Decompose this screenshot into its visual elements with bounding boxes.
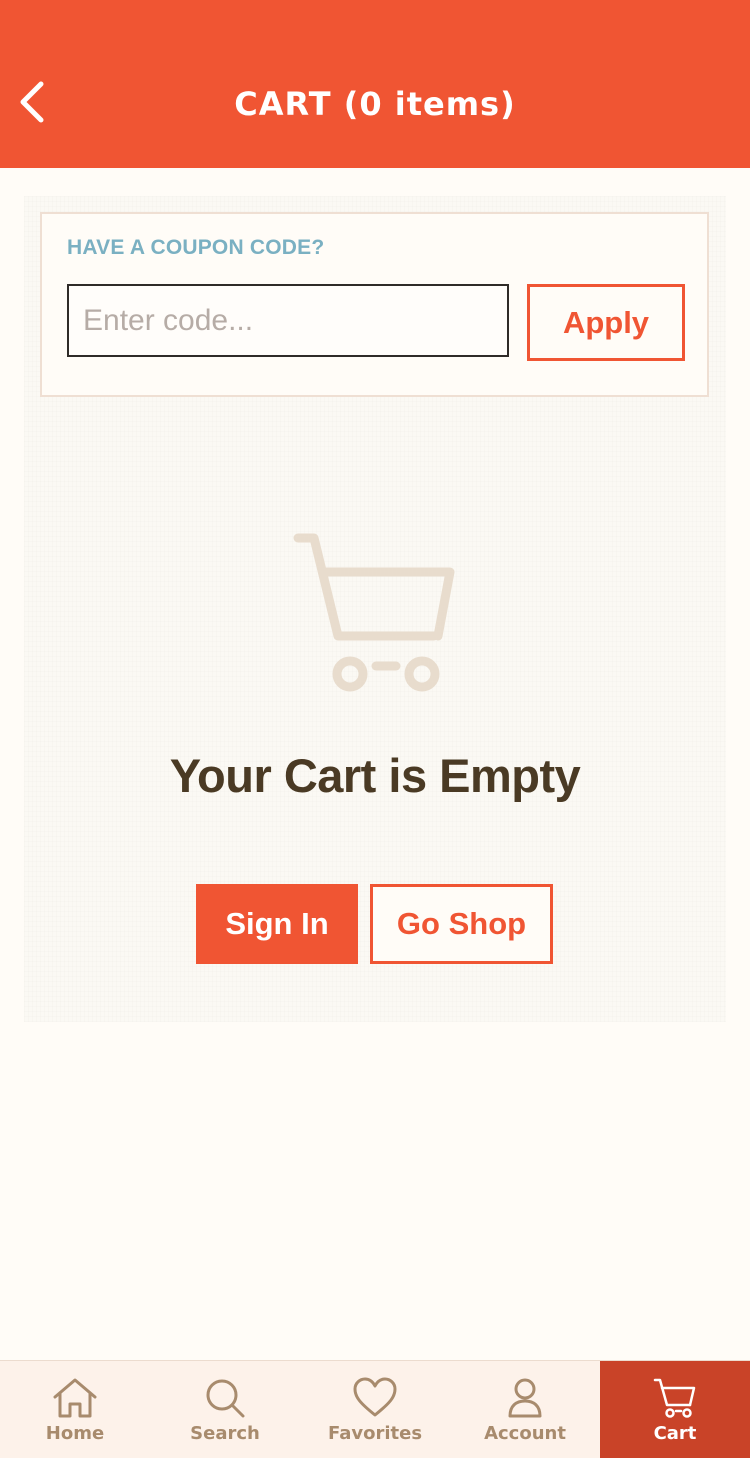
app-header: CART (0 items) (0, 0, 750, 168)
home-icon (53, 1378, 97, 1418)
coupon-panel: HAVE A COUPON CODE? Apply (40, 212, 709, 397)
heart-icon (353, 1377, 397, 1417)
search-icon (206, 1379, 245, 1418)
tab-search[interactable]: Search (150, 1361, 300, 1458)
tab-home[interactable]: Home (0, 1361, 150, 1458)
user-icon (508, 1378, 542, 1418)
cart-icon (653, 1378, 696, 1418)
cart-icon (292, 530, 458, 696)
coupon-label: HAVE A COUPON CODE? (67, 236, 325, 259)
tab-cart[interactable]: Cart (600, 1361, 750, 1458)
go-shop-button[interactable]: Go Shop (370, 884, 553, 964)
tab-favorites[interactable]: Favorites (300, 1361, 450, 1458)
tab-label-favorites: Favorites (327, 1423, 423, 1444)
page-title: CART (0 items) (234, 85, 516, 123)
tab-account[interactable]: Account (450, 1361, 600, 1458)
tab-label-home: Home (45, 1423, 105, 1444)
empty-cart-title: Your Cart is Empty (169, 749, 581, 802)
bottom-tab-bar: Home Search Favorites Account Cart (0, 1360, 750, 1458)
tab-label-account: Account (484, 1423, 566, 1444)
sign-in-button[interactable]: Sign In (196, 884, 358, 964)
tab-label-search: Search (190, 1423, 260, 1444)
apply-button[interactable]: Apply (527, 284, 685, 361)
coupon-code-input[interactable] (67, 284, 509, 357)
tab-label-cart: Cart (653, 1423, 697, 1444)
